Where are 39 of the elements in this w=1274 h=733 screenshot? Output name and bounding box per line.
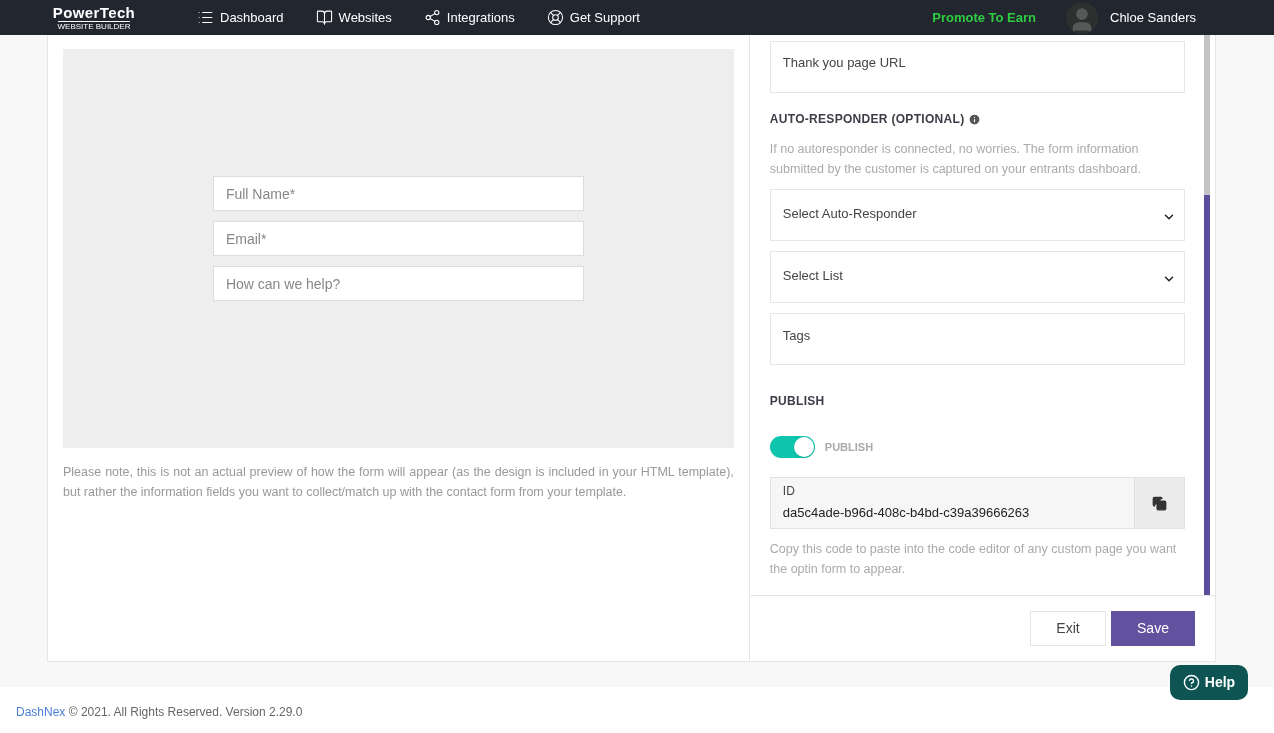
preview-note: Please note, this is not an actual preview of how the form will appear (as the design is included in your HTML template), but rather the information fields you want to collect/match up with the contact form from your template. xyxy=(63,464,734,501)
select-field[interactable]: Select List xyxy=(769,251,1185,303)
toggle-switch[interactable] xyxy=(769,436,815,458)
promote-link[interactable]: Promote To Earn xyxy=(932,7,1036,28)
section-title: PUBLISH xyxy=(769,393,826,410)
user-avatar[interactable] xyxy=(1066,1,1098,34)
lifebuoy-icon xyxy=(546,9,564,26)
input-field[interactable]: Tags xyxy=(769,313,1185,365)
select-field[interactable]: Select Auto-Responder xyxy=(769,189,1185,241)
field-label: ID xyxy=(782,483,796,500)
brand-link[interactable]: DashNex xyxy=(16,705,66,719)
info-icon[interactable] xyxy=(968,112,982,126)
help-text: If no autoresponder is connected, no worries. The form information submitted by the customer is captured on your entrants dashboard. xyxy=(769,141,1142,178)
share-icon xyxy=(423,9,441,26)
id-value: da5c4ade-b96d-408c-b4bd-c39a39666263 xyxy=(782,504,1031,522)
nav-link[interactable]: Integrations xyxy=(423,7,515,28)
list-icon xyxy=(197,9,214,26)
toggle-label: PUBLISH xyxy=(824,439,874,455)
exit-button[interactable]: Exit xyxy=(1030,611,1106,646)
nav-link[interactable]: Websites xyxy=(315,7,392,28)
section-title: AUTO-RESPONDER (OPTIONAL) xyxy=(769,111,965,128)
copy-icon xyxy=(1152,495,1167,511)
book-icon xyxy=(315,9,333,26)
id-field[interactable]: ID da5c4ade-b96d-408c-b4bd-c39a39666263 xyxy=(769,477,1185,529)
help-icon xyxy=(1182,674,1200,691)
copyright-text: DashNex © 2021. All Rights Reserved. Version 2.29.0 xyxy=(16,704,303,721)
help-button[interactable]: Help xyxy=(1170,665,1248,700)
scrollbar[interactable] xyxy=(1204,35,1210,595)
input-field[interactable]: Email* xyxy=(212,221,584,256)
nav-link[interactable]: Dashboard xyxy=(197,7,284,28)
logo[interactable]: PowerTech WEBSITE BUILDER xyxy=(46,4,142,31)
nav-link[interactable]: Get Support xyxy=(546,7,640,28)
save-button[interactable]: Save xyxy=(1111,611,1195,646)
input-field[interactable]: Full Name* xyxy=(212,176,584,211)
input-field[interactable]: Thank you page URL xyxy=(769,41,1185,93)
user-name[interactable]: Chloe Sanders xyxy=(1110,7,1196,28)
help-text: Copy this code to paste into the code editor of any custom page you want the optin form to appear. xyxy=(769,541,1178,578)
copy-button[interactable] xyxy=(1134,478,1184,528)
input-field[interactable]: How can we help? xyxy=(212,266,584,301)
